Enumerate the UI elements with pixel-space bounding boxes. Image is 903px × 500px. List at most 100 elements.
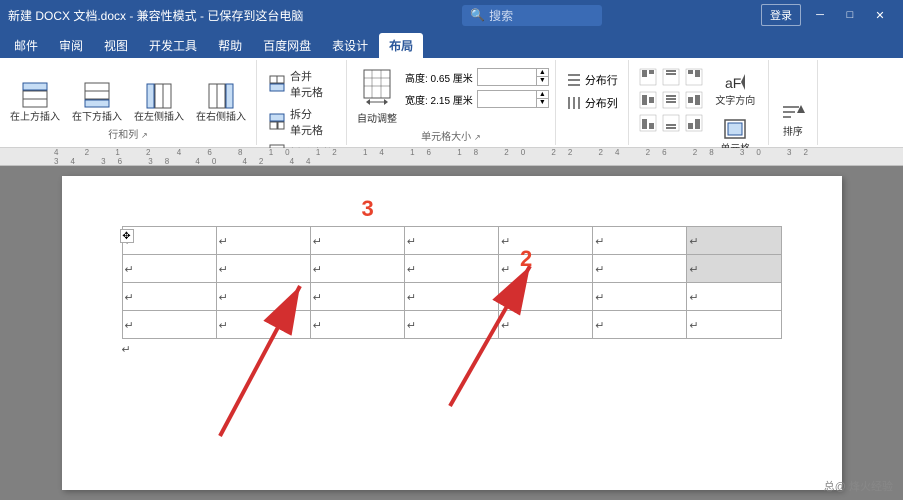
login-button[interactable]: 登录 [761, 4, 801, 26]
tab-view[interactable]: 视图 [94, 33, 138, 58]
tab-developer[interactable]: 开发工具 [139, 33, 207, 58]
step-3: 3 [362, 196, 374, 222]
sort-content: 排序 [775, 62, 811, 141]
insert-above-button[interactable]: 在上方插入 [6, 78, 64, 126]
align-row-bottom [637, 112, 705, 134]
table-cell[interactable]: ↵ [404, 283, 498, 311]
table-cell-shaded[interactable]: ↵ [687, 227, 781, 255]
tab-mail[interactable]: 邮件 [4, 33, 48, 58]
align-top-left[interactable] [637, 66, 659, 88]
cell-size-label: 单元格大小 ↗ [421, 128, 480, 145]
minimize-button[interactable]: ─ [805, 1, 835, 29]
split-cells-button[interactable]: 拆分单元格 [265, 104, 327, 140]
ruler-text: 4 2 1 2 4 6 8 10 12 14 16 18 20 22 24 26… [50, 148, 853, 166]
align-row-middle [637, 89, 705, 111]
tab-table-design[interactable]: 表设计 [322, 33, 378, 58]
table-cell[interactable]: ↵ [404, 227, 498, 255]
table-cell[interactable]: ↵ [122, 283, 216, 311]
table-cell[interactable]: ↵ [499, 283, 593, 311]
insert-below-button[interactable]: 在下方插入 [68, 78, 126, 126]
table-cell[interactable]: ↵ [499, 255, 593, 283]
table-cell[interactable]: ↵ [593, 311, 687, 339]
table-cell[interactable]: ↵ [310, 255, 404, 283]
table-cell[interactable]: ↵ [310, 311, 404, 339]
word-table: ↵ ↵ ↵ ↵ ↵ ↵ ↵ ↵ ↵ ↵ ↵ ↵ ↵ ↵ ↵ ↵ ↵ ↵ [122, 226, 782, 339]
height-label: 高度: 0.65 厘米 [405, 70, 473, 85]
table-cell[interactable]: ↵ [216, 311, 310, 339]
width-spinners[interactable]: ▲ ▼ [536, 91, 548, 107]
height-up[interactable]: ▲ [537, 69, 548, 77]
align-bot-left[interactable] [637, 112, 659, 134]
table-cell[interactable]: ↵ [310, 227, 404, 255]
title-bar-right: 登录 ─ □ ✕ [761, 1, 895, 29]
insert-left-button[interactable]: 在左侧插入 [130, 78, 188, 126]
align-top-center[interactable] [660, 66, 682, 88]
cell-return-marker: ↵ [689, 320, 698, 332]
sort-button[interactable]: 排序 [775, 97, 811, 141]
distrib-row-button[interactable]: 分布行 [562, 70, 622, 90]
table-cell[interactable]: ↵ [122, 255, 216, 283]
align-grid [637, 66, 705, 134]
table-cell[interactable]: ↵ [499, 311, 593, 339]
group-merge: 合并单元格 拆分单元格 拆分表格 合并 [257, 60, 347, 145]
tab-layout[interactable]: 布局 [379, 33, 423, 58]
close-button[interactable]: ✕ [865, 1, 895, 29]
width-input[interactable]: ▲ ▼ [477, 90, 549, 108]
insert-right-button[interactable]: 在右侧插入 [192, 78, 250, 126]
table-cell[interactable]: ↵ [687, 283, 781, 311]
table-cell[interactable]: ↵ [593, 227, 687, 255]
tab-baidu[interactable]: 百度网盘 [253, 33, 321, 58]
group-align: aF 文字方向 单元格边距 对齐方式 [629, 60, 769, 145]
cell-return-marker: ↵ [219, 236, 228, 248]
auto-adjust-button[interactable]: 自动调整 [353, 64, 401, 128]
table-cell[interactable]: ↵ [404, 311, 498, 339]
height-input[interactable]: ▲ ▼ [477, 68, 549, 86]
align-mid-right[interactable] [683, 89, 705, 111]
search-bar[interactable]: 🔍 搜索 [462, 5, 602, 26]
table-cell[interactable]: ↵ [499, 227, 593, 255]
table-cell[interactable]: ↵ [122, 227, 216, 255]
align-bot-right[interactable] [683, 112, 705, 134]
insert-right-label: 在右侧插入 [196, 112, 246, 124]
align-bot-center[interactable] [660, 112, 682, 134]
cell-return-marker: ↵ [125, 320, 134, 332]
cell-return-marker: ↵ [407, 264, 416, 276]
width-down[interactable]: ▼ [537, 99, 548, 106]
insert-right-icon [205, 80, 237, 112]
table-cell[interactable]: ↵ [404, 255, 498, 283]
height-spinners[interactable]: ▲ ▼ [536, 69, 548, 85]
tab-help[interactable]: 帮助 [208, 33, 252, 58]
cell-size-content: 自动调整 高度: 0.65 厘米 ▲ ▼ 宽度: 2.15 厘米 [353, 62, 549, 128]
align-top-right[interactable] [683, 66, 705, 88]
table-cell[interactable]: ↵ [593, 283, 687, 311]
table-cell[interactable]: ↵ [216, 255, 310, 283]
table-cell-shaded[interactable]: ↵ [687, 255, 781, 283]
sort-label: 排序 [783, 127, 803, 139]
table-cell[interactable]: ↵ [687, 311, 781, 339]
text-direction-label: 文字方向 [715, 96, 755, 108]
table-cell[interactable]: ↵ [593, 255, 687, 283]
table-cell[interactable]: ↵ [216, 283, 310, 311]
maximize-button[interactable]: □ [835, 1, 865, 29]
sort-icon [779, 99, 807, 127]
table-cell[interactable]: ↵ [310, 283, 404, 311]
align-row-top [637, 66, 705, 88]
align-mid-center[interactable] [660, 89, 682, 111]
table-move-handle[interactable]: ✥ [120, 229, 134, 243]
distrib-row-icon [566, 72, 582, 88]
table-cell[interactable]: ↵ [122, 311, 216, 339]
width-up[interactable]: ▲ [537, 91, 548, 99]
merge-cells-button[interactable]: 合并单元格 [265, 66, 327, 102]
size-inputs: 高度: 0.65 厘米 ▲ ▼ 宽度: 2.15 厘米 ▲ [405, 64, 549, 108]
distrib-col-button[interactable]: 分布列 [562, 93, 622, 113]
table-cell[interactable]: ↵ [216, 227, 310, 255]
text-direction-icon: aF [721, 68, 749, 96]
distrib-col-label: 分布列 [585, 95, 618, 111]
height-down[interactable]: ▼ [537, 77, 548, 84]
table-row: ↵ ↵ ↵ ↵ ↵ ↵ ↵ [122, 311, 781, 339]
cell-return-marker: ↵ [313, 292, 322, 304]
cell-return-marker: ↵ [407, 292, 416, 304]
tab-review[interactable]: 审阅 [49, 33, 93, 58]
text-direction-button[interactable]: aF 文字方向 [711, 66, 759, 110]
align-mid-left[interactable] [637, 89, 659, 111]
